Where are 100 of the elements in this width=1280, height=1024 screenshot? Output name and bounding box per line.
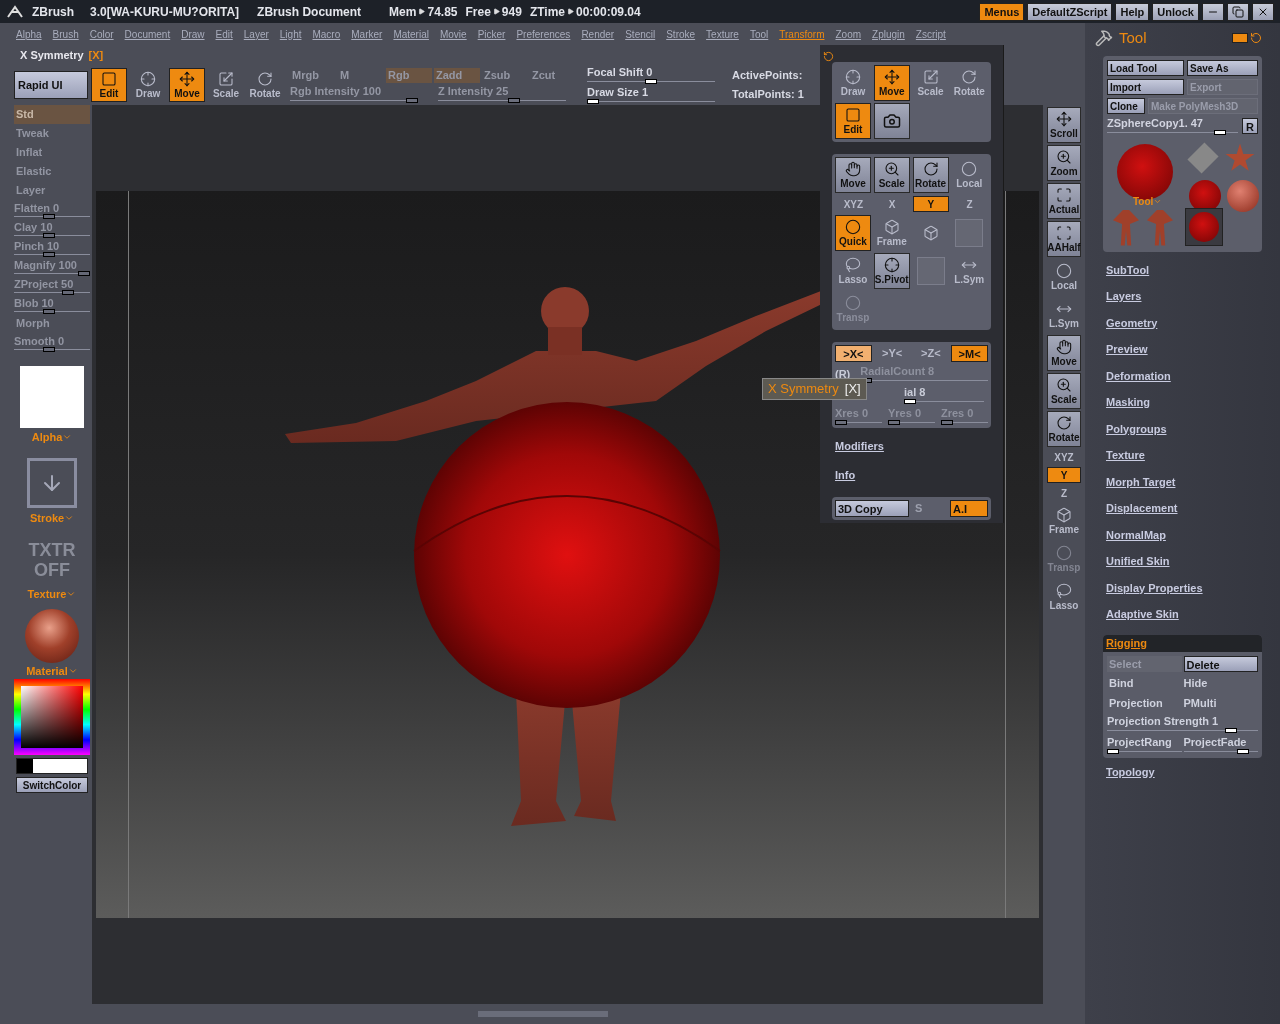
rigging-header[interactable]: Rigging bbox=[1103, 634, 1262, 652]
projection-slider[interactable]: ProjectFade bbox=[1183, 735, 1258, 754]
channel-toggle[interactable]: Zcut bbox=[530, 67, 576, 83]
brush-slider[interactable]: Magnify 100 bbox=[14, 257, 90, 276]
rigging-option[interactable]: Projection bbox=[1109, 695, 1184, 712]
mode-button[interactable]: Scale bbox=[912, 65, 949, 101]
brush-slider[interactable]: ZProject 50 bbox=[14, 276, 90, 295]
switch-color-button[interactable]: SwitchColor bbox=[16, 777, 88, 793]
tool-action-button[interactable]: Save As bbox=[1187, 59, 1258, 76]
menu-item[interactable]: Zplugin bbox=[872, 26, 905, 42]
ai-toggle[interactable]: A.I bbox=[950, 500, 988, 517]
view-button[interactable]: Rotate bbox=[1047, 411, 1081, 447]
menu-item[interactable]: Preferences bbox=[516, 26, 571, 42]
tool-action-button[interactable]: Load Tool bbox=[1107, 59, 1184, 76]
menu-item[interactable]: Render bbox=[581, 26, 615, 42]
palette-section-link[interactable]: Geometry bbox=[1106, 314, 1262, 331]
mode-button[interactable]: Scale bbox=[208, 68, 244, 102]
brush-type-option[interactable]: Inflat bbox=[14, 143, 90, 162]
selected-tool-thumbnail[interactable] bbox=[1185, 207, 1223, 246]
mode-button[interactable]: Edit bbox=[835, 103, 871, 139]
toolbar-slider[interactable]: Draw Size 1 bbox=[587, 86, 715, 104]
slider-thumb[interactable] bbox=[78, 271, 90, 276]
palette-section-link[interactable]: Modifiers bbox=[835, 438, 991, 455]
transform-tool-button[interactable]: Frame bbox=[873, 215, 910, 251]
r-button[interactable]: R bbox=[1242, 117, 1258, 134]
slider-thumb[interactable] bbox=[1225, 727, 1238, 733]
reset-icon[interactable] bbox=[823, 51, 834, 62]
palette-section-link[interactable]: Morph Target bbox=[1106, 473, 1262, 490]
navigation-button[interactable]: Rotate bbox=[912, 157, 949, 193]
slider-thumb[interactable] bbox=[42, 233, 55, 238]
rigging-option[interactable]: PMulti bbox=[1183, 695, 1258, 712]
slider-thumb[interactable] bbox=[507, 97, 520, 103]
slider-thumb[interactable] bbox=[1107, 748, 1119, 754]
menu-item[interactable]: Zscript bbox=[915, 26, 946, 42]
brush-type-option[interactable]: Morph bbox=[14, 314, 90, 333]
secondary-color-swatch[interactable] bbox=[33, 759, 87, 773]
symmetry-toggle[interactable]: >M< bbox=[951, 345, 988, 362]
brush-slider[interactable]: Smooth 0 bbox=[14, 333, 90, 352]
palette-section-link[interactable]: Displacement bbox=[1106, 500, 1262, 517]
view-button[interactable]: XYZ bbox=[1047, 449, 1081, 465]
mode-button[interactable]: Draw bbox=[130, 68, 166, 102]
view-button[interactable]: Frame bbox=[1047, 503, 1081, 539]
menu-item[interactable]: Draw bbox=[181, 26, 205, 42]
view-button[interactable]: L.Sym bbox=[1047, 297, 1081, 333]
transform-tool-button[interactable]: Lasso bbox=[835, 253, 871, 289]
palette-section-link[interactable]: Unified Skin bbox=[1106, 553, 1262, 570]
toolbar-slider[interactable]: Focal Shift 0 bbox=[587, 66, 715, 84]
slider-thumb[interactable] bbox=[835, 420, 847, 425]
palette-section-link[interactable]: Preview bbox=[1106, 341, 1262, 358]
mode-button[interactable]: Rotate bbox=[247, 68, 283, 102]
symmetry-toggle[interactable]: >Z< bbox=[912, 345, 950, 362]
menu-item[interactable]: Stroke bbox=[666, 26, 696, 42]
projection-strength-slider[interactable]: Projection Strength 1 bbox=[1107, 714, 1258, 733]
slider-thumb[interactable] bbox=[42, 347, 55, 352]
menu-item[interactable]: Transform bbox=[779, 26, 825, 42]
brush-slider[interactable]: Pinch 10 bbox=[14, 238, 90, 257]
tool-action-button[interactable]: Import bbox=[1107, 78, 1184, 95]
view-button[interactable]: Y bbox=[1047, 467, 1081, 483]
intensity-slider[interactable]: Z Intensity 25 bbox=[438, 84, 566, 103]
palette-section-link[interactable]: Layers bbox=[1106, 288, 1262, 305]
menu-item[interactable]: Texture bbox=[706, 26, 739, 42]
symmetry-toggle[interactable]: >Y< bbox=[873, 345, 911, 362]
navigation-button[interactable]: Scale bbox=[873, 157, 910, 193]
menu-item[interactable]: Document bbox=[124, 26, 171, 42]
palette-section-link[interactable]: Topology bbox=[1103, 763, 1262, 780]
dropdown-icon[interactable] bbox=[1232, 33, 1248, 44]
projection-slider[interactable]: ProjectRang bbox=[1107, 735, 1182, 754]
menu-item[interactable]: Zoom bbox=[835, 26, 862, 42]
close-button[interactable] bbox=[1252, 2, 1274, 21]
transform-tool-button[interactable]: L.Sym bbox=[951, 253, 988, 289]
mode-button[interactable]: Move bbox=[873, 65, 910, 101]
palette-section-link[interactable]: NormalMap bbox=[1106, 526, 1262, 543]
menu-item[interactable]: Macro bbox=[312, 26, 341, 42]
rapid-ui-button[interactable]: Rapid UI bbox=[14, 71, 88, 99]
axis-button[interactable]: X bbox=[873, 196, 911, 212]
slider-thumb[interactable] bbox=[42, 214, 55, 219]
symmetry-toggle[interactable]: >X< bbox=[835, 345, 872, 362]
channel-toggle[interactable]: Mrgb bbox=[290, 67, 336, 83]
mode-button[interactable]: Move bbox=[169, 68, 205, 102]
slider-thumb[interactable] bbox=[42, 252, 55, 257]
brush-type-option[interactable]: Std bbox=[14, 105, 90, 124]
primary-color-swatch[interactable] bbox=[17, 759, 33, 773]
menu-item[interactable]: Light bbox=[279, 26, 302, 42]
title-bar-button[interactable]: DefaultZScript bbox=[1027, 2, 1113, 21]
palette-section-link[interactable]: Info bbox=[835, 466, 991, 483]
channel-toggle[interactable]: Zsub bbox=[482, 67, 528, 83]
tool-action-button[interactable]: Clone bbox=[1107, 97, 1145, 114]
title-bar-button[interactable]: Unlock bbox=[1152, 2, 1199, 21]
minimize-button[interactable] bbox=[1202, 2, 1224, 21]
view-button[interactable]: Actual bbox=[1047, 183, 1081, 219]
view-button[interactable]: Lasso bbox=[1047, 579, 1081, 615]
navigation-button[interactable]: Move bbox=[835, 157, 871, 193]
channel-toggle[interactable]: Zadd bbox=[434, 67, 480, 83]
slider-thumb[interactable] bbox=[1214, 129, 1227, 135]
color-picker[interactable] bbox=[14, 679, 90, 755]
slider-thumb[interactable] bbox=[941, 420, 953, 425]
title-bar-button[interactable]: Help bbox=[1115, 2, 1150, 21]
menu-item[interactable]: Picker bbox=[477, 26, 506, 42]
slider-thumb[interactable] bbox=[1236, 748, 1249, 754]
slider-thumb[interactable] bbox=[645, 79, 657, 84]
